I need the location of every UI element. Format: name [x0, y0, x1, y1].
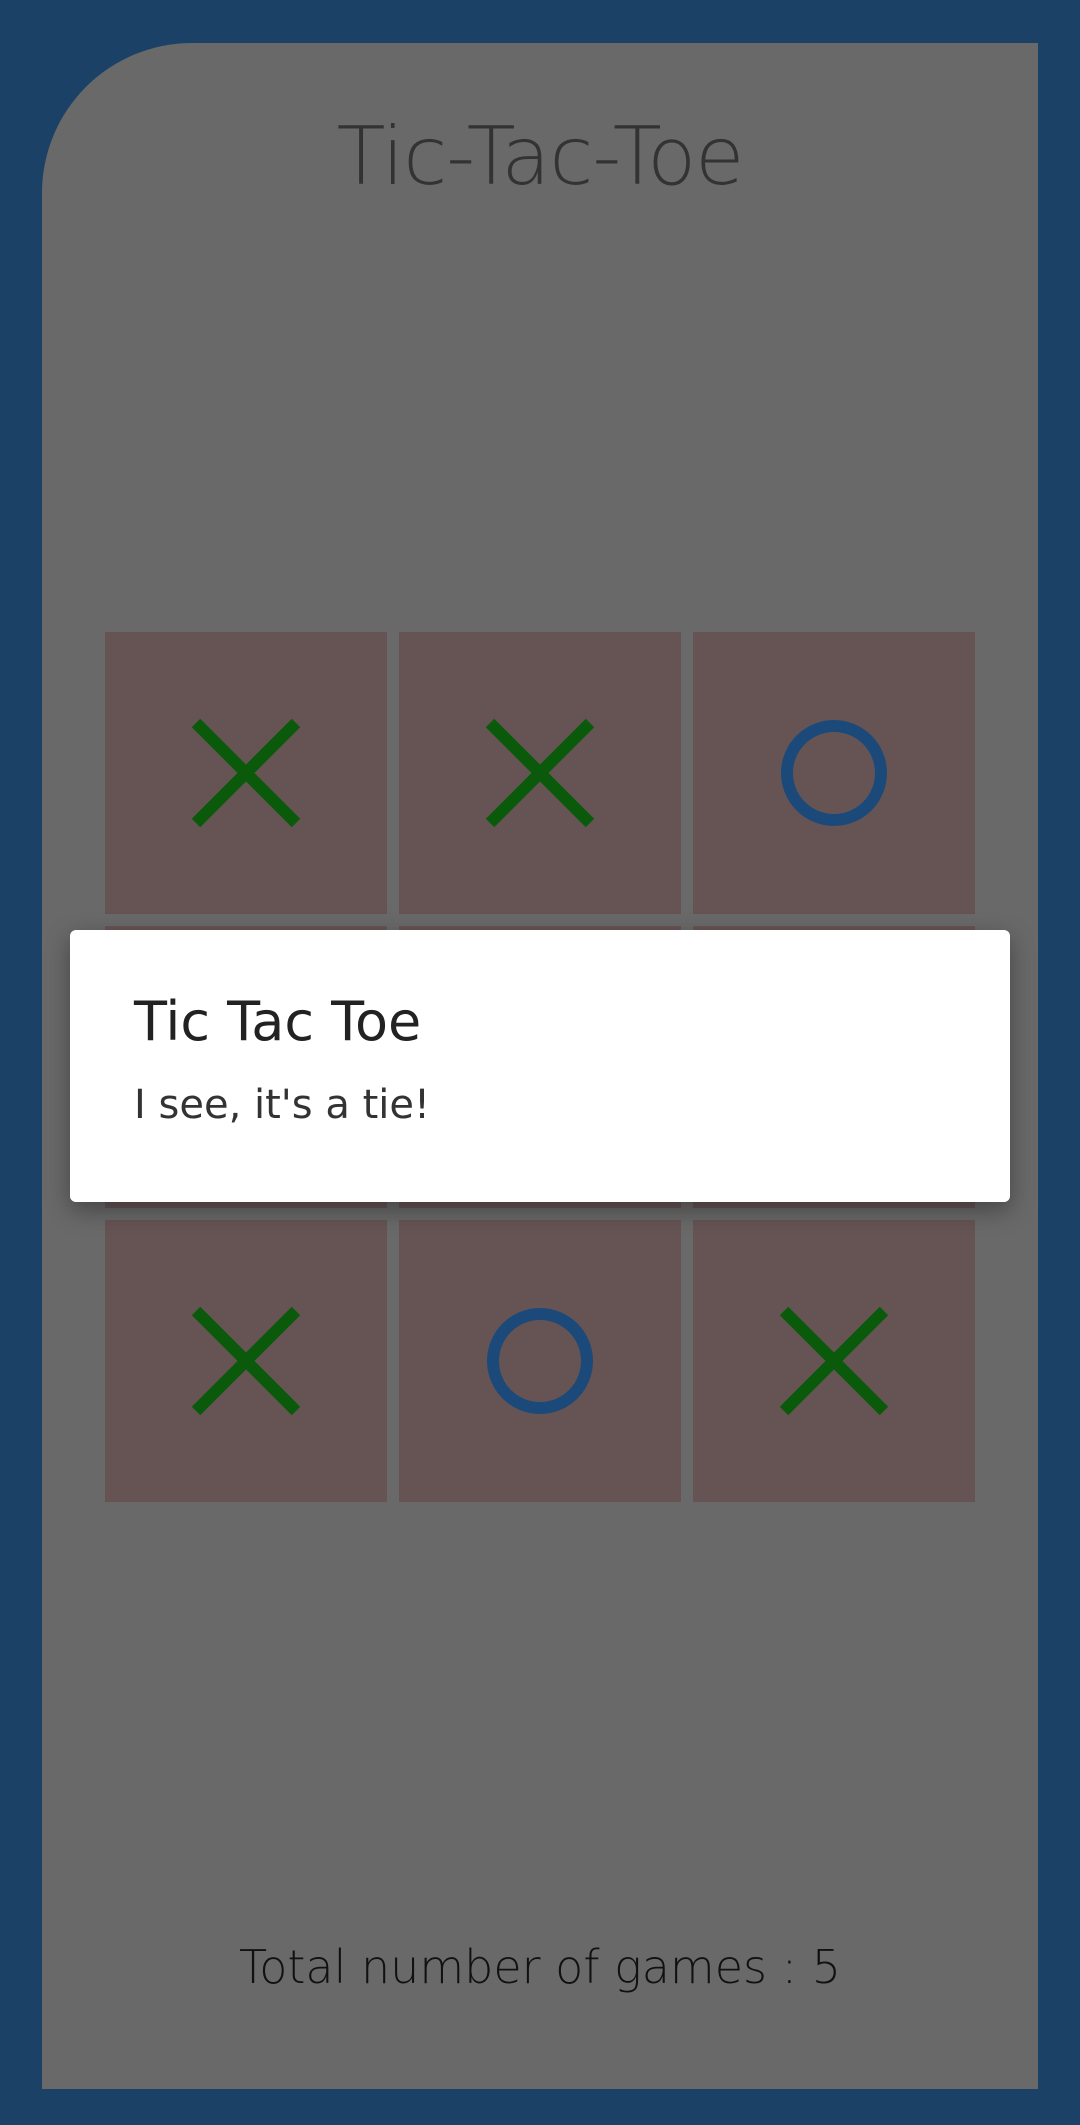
o-mark-icon [781, 720, 887, 826]
board-cell-0[interactable] [105, 632, 387, 914]
games-count-label: Total number of games : 5 [238, 1940, 842, 1994]
x-mark-icon [191, 718, 301, 828]
x-mark-icon [485, 718, 595, 828]
board-cell-7[interactable] [399, 1220, 681, 1502]
x-mark-icon [779, 1306, 889, 1416]
board-cell-8[interactable] [693, 1220, 975, 1502]
board-cell-1[interactable] [399, 632, 681, 914]
x-mark-icon [191, 1306, 301, 1416]
board-cell-6[interactable] [105, 1220, 387, 1502]
dialog-message: I see, it's a tie! [134, 1082, 431, 1128]
dialog-title: Tic Tac Toe [134, 990, 422, 1053]
result-dialog[interactable]: Tic Tac Toe I see, it's a tie! [70, 930, 1010, 1202]
board-cell-2[interactable] [693, 632, 975, 914]
app-title: Tic-Tac-Toe [336, 110, 745, 203]
o-mark-icon [487, 1308, 593, 1414]
